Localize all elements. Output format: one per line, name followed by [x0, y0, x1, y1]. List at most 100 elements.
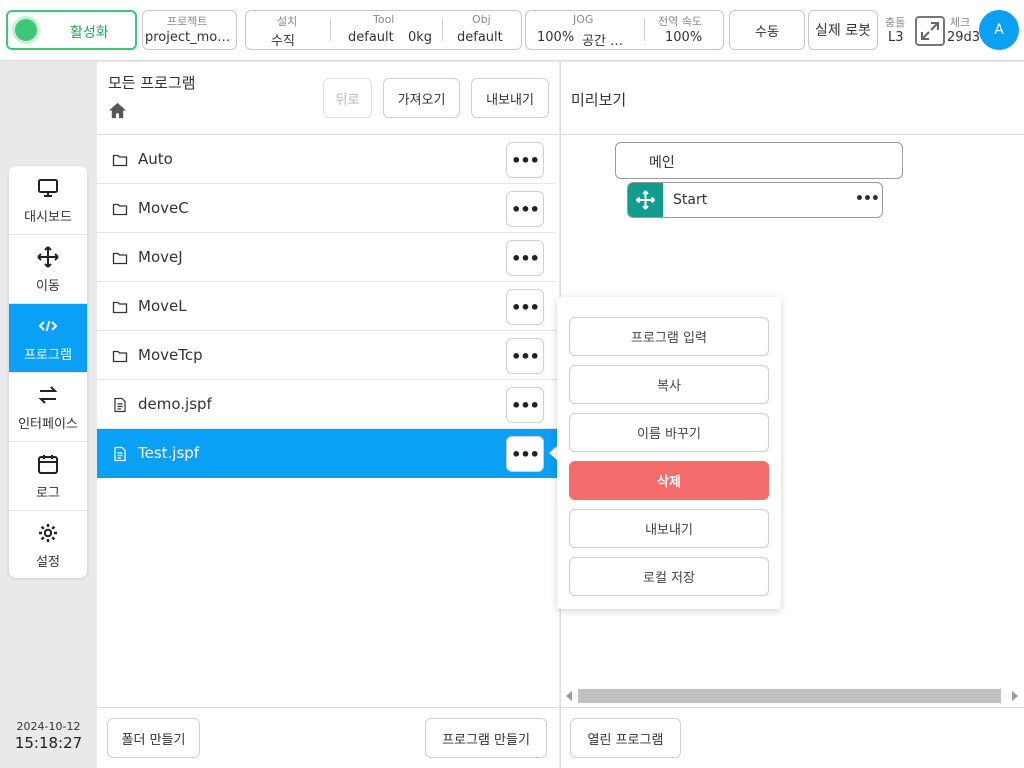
tool-load: 0kg [408, 30, 433, 45]
calendar-icon [38, 455, 58, 474]
jog-value: 100% [537, 30, 575, 45]
project-value: project_mo… [145, 30, 231, 45]
file-icon [114, 397, 126, 413]
sidebar-date: 2024-10-12 [16, 720, 81, 733]
check-value: 29d3 [947, 30, 981, 45]
horizontal-scrollbar[interactable] [561, 687, 1024, 705]
install-tool-obj-panel[interactable]: 설치 수직 Tool default 0kg Obj default [245, 10, 522, 50]
main-label: 메인 [649, 155, 675, 171]
context-menu: 프로그램 입력 복사 이름 바꾸기 삭제 내보내기 로컬 저장 [557, 297, 781, 609]
back-button[interactable]: 뒤로 [323, 78, 372, 118]
list-item[interactable]: Auto ••• [97, 135, 557, 184]
preview-title: 미리보기 [571, 91, 627, 109]
file-name: MoveC [138, 199, 189, 217]
folder-icon [112, 252, 128, 265]
menu-item-enter-program[interactable]: 프로그램 입력 [569, 317, 769, 356]
scrollbar-thumb[interactable] [578, 689, 1001, 703]
sidebar-item-move[interactable]: 이동 [9, 235, 87, 304]
list-item[interactable]: MoveTcp ••• [97, 331, 557, 380]
popup-arrow [549, 446, 557, 460]
file-name: demo.jspf [138, 395, 212, 413]
folder-icon [112, 350, 128, 363]
more-options-button[interactable]: ••• [506, 436, 544, 472]
list-item-selected[interactable]: Test.jspf ••• [97, 429, 557, 478]
home-icon[interactable] [108, 101, 127, 120]
file-name: MoveL [138, 297, 187, 315]
menu-item-rename[interactable]: 이름 바꾸기 [569, 413, 769, 452]
obj-value: default [457, 30, 503, 45]
file-browser-panel: 모든 프로그램 뒤로 가져오기 내보내기 Auto ••• MoveC ••• … [97, 62, 559, 768]
list-item[interactable]: MoveC ••• [97, 184, 557, 233]
menu-item-copy[interactable]: 복사 [569, 365, 769, 404]
export-button[interactable]: 내보내기 [471, 78, 549, 118]
menu-item-save-local[interactable]: 로컬 저장 [569, 557, 769, 596]
more-options-button[interactable]: ••• [506, 338, 544, 374]
monitor-icon [38, 179, 58, 197]
start-label: Start [673, 192, 708, 208]
speed-value: 100% [665, 30, 703, 45]
folder-icon [112, 154, 128, 167]
import-button[interactable]: 가져오기 [383, 78, 460, 118]
manual-mode-button[interactable]: 수동 [729, 10, 805, 50]
sidebar-item-settings[interactable]: 설정 [9, 511, 87, 578]
speed-label: 전역 속도 [658, 15, 702, 28]
real-robot-label: 실제 로봇 [815, 23, 871, 39]
more-options-button[interactable]: ••• [506, 191, 544, 227]
sidebar-item-log[interactable]: 로그 [9, 442, 87, 511]
more-options-button[interactable]: ••• [506, 387, 544, 423]
user-avatar[interactable]: A [979, 10, 1019, 50]
avatar-letter: A [994, 22, 1004, 38]
install-value: 수직 [271, 34, 295, 49]
sidebar-time: 15:18:27 [14, 734, 83, 752]
jog-speed-panel[interactable]: JOG 100% 공간 … 전역 속도 100% [525, 10, 724, 50]
folder-icon [112, 203, 128, 216]
sidebar-item-program[interactable]: 프로그램 [9, 304, 87, 373]
collision-label: 충돌 [885, 16, 906, 29]
more-options-button[interactable]: ••• [506, 142, 544, 178]
sidebar-item-label: 설정 [36, 555, 60, 570]
list-item[interactable]: MoveJ ••• [97, 233, 557, 282]
project-selector[interactable]: 프로젝트 project_mo… [142, 10, 237, 50]
scroll-left-icon[interactable] [564, 691, 574, 701]
jog-space: 공간 … [582, 34, 624, 49]
tool-value: default [348, 30, 394, 45]
drag-handle[interactable] [628, 183, 663, 217]
sidebar-item-label: 인터페이스 [18, 417, 78, 432]
gear-icon [39, 524, 57, 542]
menu-item-delete[interactable]: 삭제 [569, 461, 769, 500]
list-item[interactable]: MoveL ••• [97, 282, 557, 331]
top-bar: 활성화 프로젝트 project_mo… 설치 수직 Tool default … [0, 0, 1024, 61]
more-options-button[interactable]: ••• [506, 289, 544, 325]
file-name: MoveJ [138, 248, 183, 266]
check-label: 체크 [950, 16, 971, 29]
open-program-button[interactable]: 열린 프로그램 [570, 718, 681, 758]
create-program-button[interactable]: 프로그램 만들기 [425, 718, 547, 758]
menu-item-export[interactable]: 내보내기 [569, 509, 769, 548]
fullscreen-icon[interactable] [915, 16, 945, 46]
obj-label: Obj [472, 13, 491, 26]
drag-handle-icon [635, 190, 656, 210]
activate-label: 활성화 [70, 25, 109, 41]
folder-icon [112, 301, 128, 314]
program-main-node[interactable]: 메인 [615, 142, 903, 179]
sidebar-item-dashboard[interactable]: 대시보드 [9, 166, 87, 235]
list-item[interactable]: demo.jspf ••• [97, 380, 557, 429]
activate-button[interactable]: 활성화 [6, 10, 137, 50]
real-robot-button[interactable]: 실제 로봇 [808, 10, 878, 50]
file-name: Auto [138, 150, 173, 168]
sidebar-item-label: 프로그램 [24, 348, 72, 363]
more-options-button[interactable]: ••• [506, 240, 544, 276]
jog-label: JOG [573, 13, 594, 26]
scroll-right-icon[interactable] [1010, 691, 1020, 701]
sidebar-item-interface[interactable]: 인터페이스 [9, 373, 87, 442]
swap-arrows-icon [38, 386, 58, 404]
install-label: 설치 [277, 15, 298, 28]
start-node[interactable]: Start ••• [627, 182, 883, 218]
code-icon [38, 320, 58, 332]
status-indicator-icon [15, 19, 37, 41]
node-more-button[interactable]: ••• [855, 191, 880, 207]
tool-label: Tool [373, 13, 395, 26]
collision-value: L3 [888, 30, 904, 45]
create-folder-button[interactable]: 폴더 만들기 [107, 718, 200, 758]
sidebar-item-label: 대시보드 [24, 210, 72, 225]
